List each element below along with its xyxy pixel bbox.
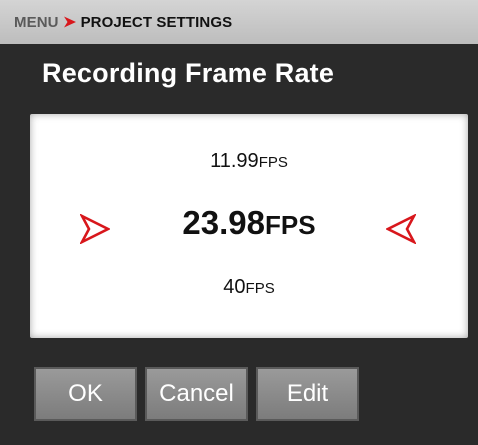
previous-option[interactable]: 11.99FPS: [30, 150, 468, 173]
previous-option-value: 11.99: [210, 150, 259, 172]
page-title: Recording Frame Rate: [42, 58, 335, 88]
screen: MENU PROJECT SETTINGS Recording Frame Ra…: [0, 0, 478, 445]
increment-arrow-icon[interactable]: [386, 214, 416, 244]
next-option-unit: FPS: [245, 280, 275, 297]
next-option-value: 40: [223, 276, 246, 298]
breadcrumb-menu[interactable]: MENU: [14, 14, 59, 31]
previous-option-unit: FPS: [258, 154, 288, 171]
frame-rate-selector[interactable]: 11.99FPS 23.98FPS 40FPS: [30, 114, 468, 338]
ok-button[interactable]: OK: [34, 367, 137, 421]
current-option-value: 23.98: [182, 204, 265, 241]
cancel-button[interactable]: Cancel: [145, 367, 248, 421]
chevron-right-icon: [63, 16, 76, 28]
edit-button[interactable]: Edit: [256, 367, 359, 421]
next-option[interactable]: 40FPS: [30, 276, 468, 299]
current-option-unit: FPS: [265, 210, 316, 240]
breadcrumb-current: PROJECT SETTINGS: [80, 13, 233, 31]
breadcrumb: MENU PROJECT SETTINGS: [0, 0, 478, 44]
